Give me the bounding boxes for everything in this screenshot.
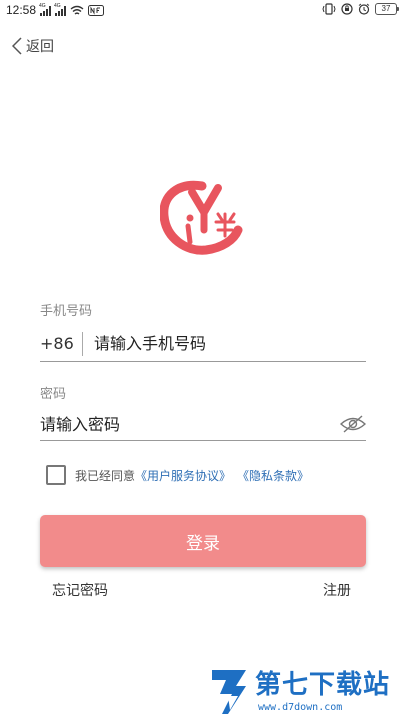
login-button[interactable]: 登录	[40, 515, 366, 567]
user-agreement-link[interactable]: 《用户服务协议》	[135, 467, 231, 484]
alarm-icon	[358, 3, 370, 15]
phone-field-row: +86	[40, 326, 366, 362]
status-bar: 12:58 4G 4G 37	[0, 0, 405, 22]
network-type-label-2: 4G	[54, 3, 61, 9]
eye-off-icon	[340, 415, 366, 433]
phone-label: 手机号码	[40, 304, 93, 319]
signal-icon-2: 4G	[54, 3, 66, 16]
nfc-icon	[88, 5, 104, 16]
phone-input[interactable]	[94, 334, 366, 353]
status-time: 12:58	[6, 3, 37, 17]
back-label: 返回	[26, 39, 54, 55]
app-logo	[160, 180, 243, 255]
back-button[interactable]: 返回	[12, 34, 54, 58]
battery-icon: 37	[375, 3, 399, 15]
password-visibility-toggle[interactable]	[340, 414, 366, 434]
status-right-icons: 37	[322, 3, 399, 15]
signal-icon: 4G	[39, 3, 51, 16]
agreement-row: 我已经同意 《用户服务协议》 《隐私条款》	[46, 464, 309, 486]
country-code[interactable]: +86	[40, 334, 82, 353]
password-input[interactable]	[40, 414, 340, 434]
network-type-label: 4G	[39, 3, 46, 9]
watermark-url: www.d7down.com	[258, 702, 343, 713]
divider	[82, 331, 83, 356]
forgot-password-link[interactable]: 忘记密码	[52, 580, 108, 600]
agree-text: 我已经同意	[75, 468, 136, 483]
agree-checkbox[interactable]	[46, 465, 66, 485]
status-left-icons: 4G 4G	[39, 3, 104, 16]
vibrate-icon	[322, 3, 336, 15]
watermark: 第七下载站 www.d7down.com	[208, 664, 402, 718]
watermark-logo	[212, 670, 246, 714]
chevron-left-icon	[12, 37, 22, 55]
password-field-row	[40, 408, 366, 441]
privacy-policy-link[interactable]: 《隐私条款》	[237, 467, 309, 484]
password-label: 密码	[40, 387, 67, 402]
wifi-icon	[70, 5, 84, 15]
register-link[interactable]: 注册	[323, 580, 351, 600]
watermark-title: 第七下载站	[255, 670, 391, 700]
lock-rotation-icon	[341, 3, 353, 15]
